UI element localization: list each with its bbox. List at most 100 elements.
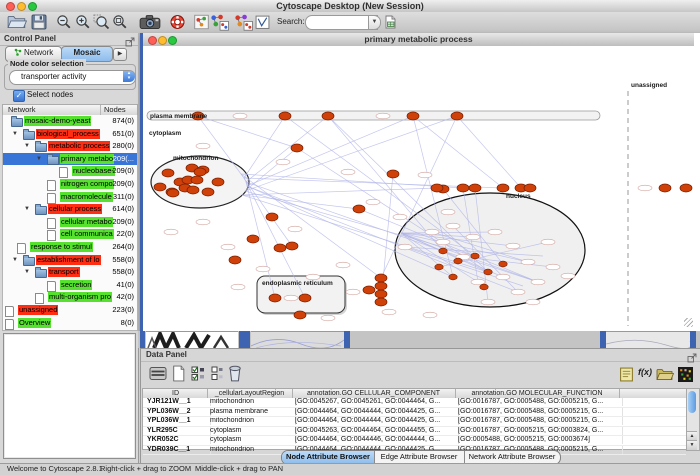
zoom-in-button[interactable] <box>75 14 91 31</box>
network-node[interactable] <box>484 269 492 275</box>
attribute-table[interactable]: YJR121W__1mitochondrion[GO:0045267, GO:0… <box>142 398 687 450</box>
network-node[interactable] <box>659 184 671 192</box>
tree-row[interactable]: nucleobase-209(0) <box>3 165 137 178</box>
network-node[interactable] <box>353 205 365 213</box>
save-session-button[interactable] <box>31 14 47 31</box>
annotation-button[interactable] <box>255 14 270 31</box>
background-window-sliver[interactable] <box>606 331 690 349</box>
tree-row[interactable]: ▼transport558(0) <box>3 266 137 279</box>
tree-row[interactable]: nitrogen compo209(0) <box>3 178 137 191</box>
table-row[interactable]: YPL036W__1mitochondrion[GO:0044464, GO:0… <box>143 417 686 427</box>
create-attribute-button[interactable] <box>171 365 186 387</box>
network-node[interactable] <box>431 184 443 192</box>
tab-scroll-right-icon[interactable]: ▶ <box>113 48 127 61</box>
network-node[interactable] <box>439 248 447 254</box>
table-scrollbar[interactable]: ▲ ▼ <box>686 388 700 451</box>
snapshot-button[interactable] <box>139 14 161 31</box>
column-header[interactable]: annotation.GO CELLULAR_COMPONENT <box>292 389 456 398</box>
close-button[interactable] <box>6 2 15 11</box>
zoom-fit-button[interactable] <box>112 14 128 31</box>
column-header[interactable]: annotation.GO MOLECULAR_FUNCTION <box>455 389 620 398</box>
table-row[interactable]: YJR121W__1mitochondrion[GO:0045267, GO:0… <box>143 398 686 408</box>
network-node[interactable] <box>162 169 174 177</box>
table-row[interactable]: YPL036W__2plasma membrane[GO:0044464, GO… <box>143 408 686 418</box>
network-node[interactable] <box>167 189 179 197</box>
select-attributes-button[interactable] <box>149 365 167 387</box>
network-node[interactable] <box>457 184 469 192</box>
network-node[interactable] <box>299 294 311 302</box>
network-node[interactable] <box>469 184 481 192</box>
help-button[interactable] <box>169 14 186 31</box>
column-header[interactable]: ID <box>144 389 208 398</box>
close-button[interactable] <box>148 36 157 45</box>
column-divider[interactable] <box>100 105 101 115</box>
search-dropdown-arrow[interactable]: ▼ <box>368 15 381 30</box>
network-node[interactable] <box>375 282 387 290</box>
network-node[interactable] <box>363 286 375 294</box>
open-session-button[interactable] <box>7 14 27 31</box>
formula-builder-button[interactable]: f(x) <box>638 367 652 377</box>
table-row[interactable]: YLR295Ccytoplasm[GO:0045263, GO:0044464,… <box>143 427 686 437</box>
tree-row[interactable]: response to stimul264(0) <box>3 241 137 254</box>
expand-triangle-icon[interactable]: ▼ <box>24 143 30 149</box>
network-node[interactable] <box>387 170 399 178</box>
network-node[interactable] <box>286 242 298 250</box>
attribute-matrix-button[interactable] <box>678 367 693 387</box>
select-nodes-checkbox[interactable]: ✓ <box>13 90 25 102</box>
float-panel-icon[interactable] <box>687 350 697 360</box>
birdseye-view-panel[interactable] <box>3 333 136 459</box>
tree-row[interactable]: ▼cellular process614(0) <box>3 203 137 216</box>
tree-row[interactable]: mosaic-demo-yeast874(0) <box>3 115 137 128</box>
network-node[interactable] <box>279 112 291 120</box>
tree-row[interactable]: cellular metabo209(0) <box>3 216 137 229</box>
float-panel-icon[interactable] <box>125 34 135 44</box>
tree-row[interactable]: Overview8(0) <box>3 317 137 330</box>
node-color-select[interactable]: transporter activity ▴▾ <box>9 70 136 85</box>
resize-grip[interactable] <box>684 318 693 327</box>
network-node[interactable] <box>449 274 457 280</box>
expand-triangle-icon[interactable]: ▼ <box>12 257 18 263</box>
network-node[interactable] <box>202 188 214 196</box>
network-node[interactable] <box>680 184 692 192</box>
minimize-button[interactable] <box>158 36 167 45</box>
network-node[interactable] <box>499 261 507 267</box>
network-node[interactable] <box>274 244 286 252</box>
expand-triangle-icon[interactable]: ▼ <box>12 131 18 137</box>
maximize-button[interactable] <box>168 36 177 45</box>
network-node[interactable] <box>471 253 479 259</box>
network-overview-button[interactable] <box>194 14 209 31</box>
layout-button-1[interactable] <box>210 14 229 31</box>
network-node[interactable] <box>375 298 387 306</box>
background-window-border[interactable] <box>140 331 145 348</box>
tree-row[interactable]: ▼establishment of lo558(0) <box>3 254 137 267</box>
background-window-border[interactable] <box>690 331 696 348</box>
tree-row[interactable]: cell communica22(0) <box>3 228 137 241</box>
tree-row[interactable]: ▼biological_process651(0) <box>3 128 137 141</box>
network-node[interactable] <box>451 112 463 120</box>
network-node[interactable] <box>194 168 206 176</box>
tree-row[interactable]: ▼primary metabo209(... <box>3 153 137 166</box>
unselect-all-attributes-button[interactable] <box>211 365 224 387</box>
network-node[interactable] <box>291 144 303 152</box>
attribute-notes-button[interactable] <box>619 367 634 387</box>
tree-row[interactable]: macromolecule311(0) <box>3 191 137 204</box>
zoom-selected-button[interactable] <box>93 14 110 31</box>
background-window-border[interactable] <box>344 331 350 348</box>
network-node[interactable] <box>497 184 509 192</box>
network-node[interactable] <box>212 178 224 186</box>
network-node[interactable] <box>154 183 166 191</box>
scrollbar-thumb[interactable] <box>688 391 696 413</box>
network-node[interactable] <box>524 184 536 192</box>
network-node[interactable] <box>454 258 462 264</box>
network-node[interactable] <box>247 235 259 243</box>
column-header[interactable]: _cellularLayoutRegion <box>207 389 293 398</box>
tree-row[interactable]: unassigned223(0) <box>3 304 137 317</box>
column-header[interactable] <box>619 389 687 398</box>
network-view-window[interactable]: primary metabolic process plasma membran… <box>140 33 700 334</box>
tree-row[interactable]: ▼metabolic process280(0) <box>3 140 137 153</box>
network-window-titlebar[interactable]: primary metabolic process <box>143 33 694 47</box>
network-node[interactable] <box>266 213 278 221</box>
scroll-down-arrow[interactable]: ▼ <box>687 440 697 450</box>
network-node[interactable] <box>375 274 387 282</box>
expand-triangle-icon[interactable]: ▼ <box>36 156 42 162</box>
